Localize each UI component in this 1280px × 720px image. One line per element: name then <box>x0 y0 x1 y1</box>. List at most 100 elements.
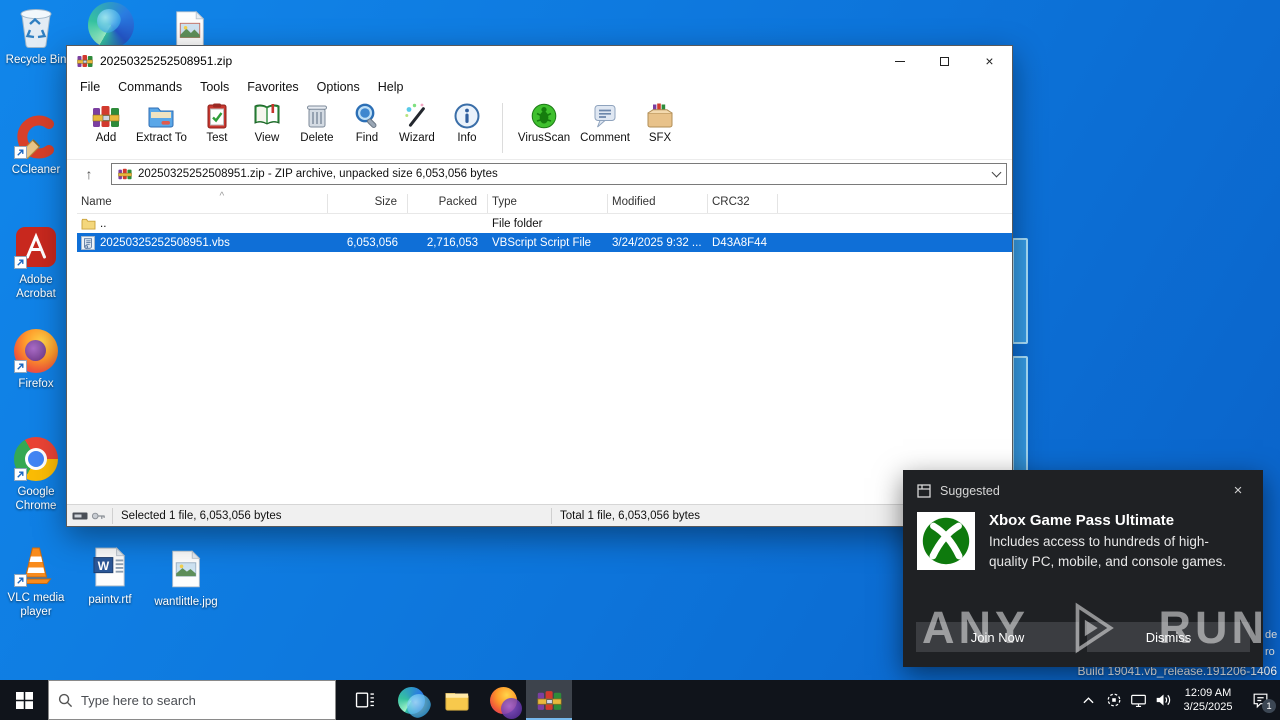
close-icon: × <box>985 53 994 69</box>
minimize-button[interactable] <box>877 46 922 76</box>
edge-icon <box>88 2 134 48</box>
tray-network-icon[interactable] <box>1126 680 1151 720</box>
start-button[interactable] <box>0 680 48 720</box>
toast-close-button[interactable]: × <box>1227 482 1249 499</box>
shortcut-arrow-icon <box>14 468 27 481</box>
minimize-icon <box>894 60 905 62</box>
menu-options[interactable]: Options <box>308 78 369 96</box>
test-button[interactable]: Test <box>192 101 242 157</box>
winrar-icon <box>536 690 562 710</box>
wizard-button[interactable]: Wizard <box>392 101 442 157</box>
winrar-titlebar[interactable]: 20250325252508951.zip × <box>67 46 1012 76</box>
archive-address-combo[interactable]: 20250325252508951.zip - ZIP archive, unp… <box>111 163 1007 185</box>
desktop-icon-firefox[interactable]: Firefox <box>0 328 72 391</box>
rtf-file-icon: W <box>87 544 133 590</box>
shortcut-arrow-icon <box>14 360 27 373</box>
up-one-level-button[interactable]: ↑ <box>75 163 103 185</box>
desktop-icon-recycle-bin[interactable]: Recycle Bin <box>0 4 72 67</box>
add-button[interactable]: Add <box>81 101 131 157</box>
watermark-fragment: ro <box>1265 646 1275 658</box>
menu-tools[interactable]: Tools <box>191 78 238 96</box>
desktop-icon-adobe-acrobat[interactable]: Adobe Acrobat <box>0 224 72 301</box>
desktop-icon-google-chrome[interactable]: Google Chrome <box>0 436 72 513</box>
column-header-type[interactable]: Type <box>488 194 608 213</box>
notification-count-badge: 1 <box>1262 699 1276 713</box>
column-header-crc32[interactable]: CRC32 <box>708 194 778 213</box>
desktop-icon-edge[interactable] <box>88 2 134 48</box>
tray-agent-icon[interactable] <box>1101 680 1126 720</box>
column-header-modified[interactable]: Modified <box>608 194 708 213</box>
extract-to-button[interactable]: Extract To <box>131 101 192 157</box>
sort-ascending-icon: ^ <box>219 191 225 202</box>
menu-commands[interactable]: Commands <box>109 78 191 96</box>
archive-address-text: 20250325252508951.zip - ZIP archive, unp… <box>138 168 498 180</box>
tray-expand-button[interactable] <box>1076 680 1101 720</box>
winrar-archive-icon <box>118 168 132 180</box>
info-button[interactable]: Info <box>442 101 492 157</box>
adobe-acrobat-icon <box>13 224 59 270</box>
shortcut-arrow-icon <box>14 574 27 587</box>
comment-button[interactable]: Comment <box>575 101 635 157</box>
file-explorer-icon <box>445 693 469 711</box>
winrar-window: 20250325252508951.zip × File Commands To… <box>66 45 1013 527</box>
find-button[interactable]: Find <box>342 101 392 157</box>
column-header-packed[interactable]: Packed <box>408 194 488 213</box>
test-icon <box>207 103 227 129</box>
view-button[interactable]: View <box>242 101 292 157</box>
comment-icon <box>594 105 616 128</box>
wallpaper-logo-segment <box>1012 238 1028 344</box>
toast-body-text: Includes access to hundreds of high-qual… <box>989 534 1227 569</box>
taskbar-winrar-button-active[interactable] <box>526 680 572 720</box>
delete-button[interactable]: Delete <box>292 101 342 157</box>
file-row-vbs-selected[interactable]: 20250325252508951.vbs 6,053,056 2,716,05… <box>77 233 1012 252</box>
edge-icon <box>397 686 431 718</box>
chevron-down-icon <box>991 167 1002 177</box>
toast-header-label: Suggested <box>940 483 1000 498</box>
taskbar-search[interactable] <box>48 680 336 720</box>
sfx-button[interactable]: SFX <box>635 101 685 157</box>
desktop-icon-paintv-rtf[interactable]: W paintv.rtf <box>74 544 146 607</box>
clock-time: 12:09 AM <box>1184 687 1232 699</box>
column-header-name[interactable]: Name ^ <box>77 191 328 213</box>
key-icon <box>91 512 105 519</box>
up-arrow-icon: ↑ <box>85 166 93 182</box>
toolbar-separator <box>501 103 503 153</box>
winrar-app-icon <box>77 55 93 67</box>
desktop-icon-wantlittle-jpg[interactable]: wantlittle.jpg <box>150 546 222 609</box>
toast-title: Xbox Game Pass Ultimate <box>989 512 1175 529</box>
jpg-file-icon <box>163 546 209 592</box>
task-view-icon <box>355 692 374 708</box>
winrar-menubar: File Commands Tools Favorites Options He… <box>67 76 1012 98</box>
file-list-header: Name ^ Size Packed Type Modified CRC32 <box>77 191 1012 214</box>
virusscan-icon <box>531 103 557 129</box>
column-header-size[interactable]: Size <box>328 194 408 213</box>
taskbar-edge-button[interactable] <box>388 680 434 720</box>
search-input[interactable] <box>81 692 301 708</box>
drive-icon <box>72 512 88 519</box>
desktop-icon-ccleaner[interactable]: CCleaner <box>0 114 72 177</box>
virusscan-button[interactable]: VirusScan <box>513 101 575 157</box>
dismiss-button[interactable]: Dismiss <box>1087 622 1250 652</box>
add-icon <box>92 106 120 127</box>
maximize-button[interactable] <box>922 46 967 76</box>
desktop: Recycle Bin CCleaner Adobe Acrobat Firef… <box>0 0 1280 720</box>
file-row-parent-folder[interactable]: .. File folder <box>77 214 1012 233</box>
join-now-button[interactable]: Join Now <box>916 622 1079 652</box>
menu-favorites[interactable]: Favorites <box>238 78 307 96</box>
taskbar: 12:09 AM 3/25/2025 1 <box>0 680 1280 720</box>
search-icon <box>58 693 73 707</box>
menu-file[interactable]: File <box>71 78 109 96</box>
desktop-icon-vlc[interactable]: VLC media player <box>0 542 72 619</box>
taskbar-explorer-button[interactable] <box>434 680 480 720</box>
close-button[interactable]: × <box>967 46 1012 76</box>
taskbar-clock[interactable]: 12:09 AM 3/25/2025 <box>1176 686 1240 714</box>
chrome-icon <box>13 436 59 482</box>
tray-volume-icon[interactable] <box>1151 680 1176 720</box>
notification-toast: Suggested × Xbox Game Pass Ultimate Incl… <box>903 470 1263 667</box>
taskbar-firefox-button[interactable] <box>480 680 526 720</box>
task-view-button[interactable] <box>342 680 388 720</box>
xbox-logo <box>917 512 975 570</box>
action-center-button[interactable]: 1 <box>1240 680 1280 720</box>
view-icon <box>254 104 280 125</box>
menu-help[interactable]: Help <box>369 78 413 96</box>
